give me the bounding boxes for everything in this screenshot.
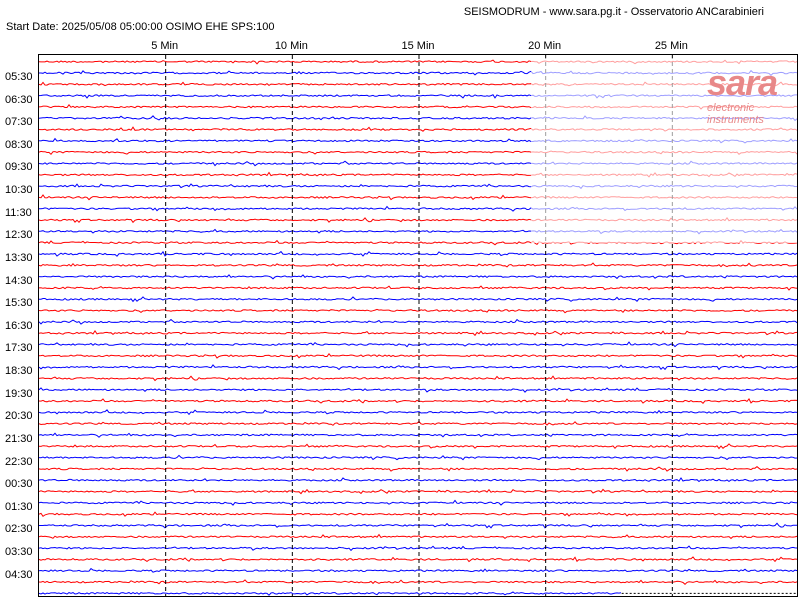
- chart-title: SEISMODRUM - www.sara.pg.it - Osservator…: [463, 6, 764, 18]
- trace-blue: [39, 591, 622, 596]
- y-tick-label: 18:30: [5, 365, 33, 378]
- y-tick-label: 17:30: [5, 342, 33, 355]
- y-tick-label: 21:30: [5, 432, 33, 445]
- y-tick-label: 11:30: [5, 206, 32, 219]
- y-tick-label: 01:30: [5, 500, 33, 513]
- y-tick-label: 03:30: [5, 546, 33, 559]
- brand-subtitle: electronic instruments: [707, 102, 764, 126]
- start-date-line: Start Date: 2025/05/08 05:00:00 OSIMO EH…: [6, 21, 275, 33]
- y-tick-label: 09:30: [5, 161, 33, 174]
- y-tick-label: 07:30: [5, 116, 33, 129]
- y-tick-label: 04:30: [5, 568, 33, 581]
- x-tick-label: 25 Min: [654, 40, 688, 52]
- y-tick-label: 06:30: [5, 93, 33, 106]
- x-tick-label: 15 Min: [401, 40, 435, 52]
- y-tick-label: 22:30: [5, 455, 33, 468]
- y-tick-label: 10:30: [5, 184, 33, 197]
- y-tick-label: 20:30: [5, 410, 33, 423]
- y-tick-label: 05:30: [5, 70, 33, 83]
- y-tick-label: 16:30: [5, 319, 33, 332]
- y-tick-label: 08:30: [5, 138, 33, 151]
- y-tick-label: 02:30: [5, 523, 33, 536]
- y-tick-label: 12:30: [5, 229, 33, 242]
- x-tick-label: 20 Min: [528, 40, 562, 52]
- y-tick-label: 19:30: [5, 387, 33, 400]
- watermark-overlay: sara electronic instruments: [531, 58, 797, 243]
- x-tick-label: 5 Min: [151, 40, 179, 52]
- y-tick-label: 15:30: [5, 297, 33, 310]
- y-tick-label: 13:30: [5, 251, 33, 264]
- seismogram-plot: sara electronic instruments: [38, 54, 798, 597]
- x-tick-label: 10 Min: [274, 40, 308, 52]
- trace-red: [39, 533, 797, 540]
- brand-name: sara: [707, 62, 778, 103]
- y-tick-label: 14:30: [5, 274, 33, 287]
- y-tick-label: 00:30: [5, 478, 33, 491]
